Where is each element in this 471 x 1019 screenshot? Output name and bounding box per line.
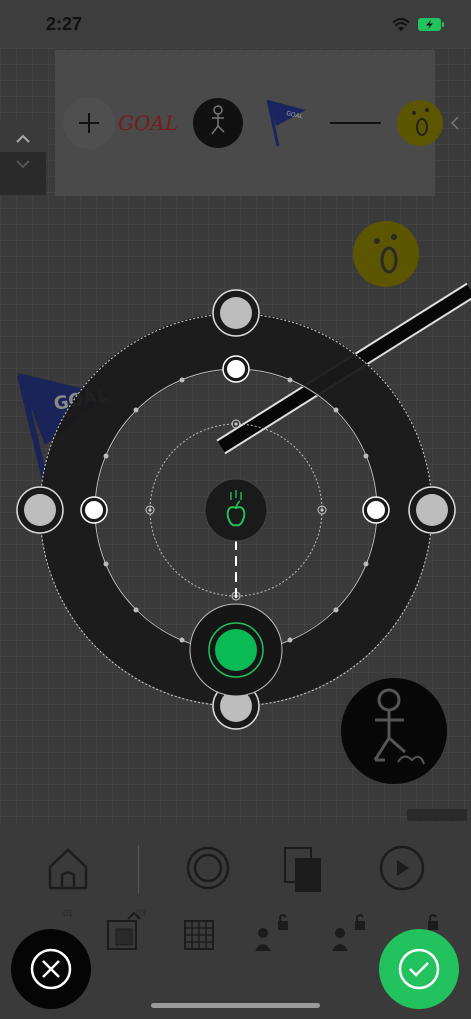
cancel-button[interactable] [11, 929, 91, 1009]
tool-badge-1: 01 [63, 908, 74, 918]
center-badge [204, 478, 268, 542]
ring-icon[interactable] [186, 846, 230, 890]
checkmark-icon [398, 948, 440, 990]
lock-rotate-icon[interactable] [332, 914, 365, 951]
watermark [407, 809, 467, 821]
play-icon[interactable] [379, 845, 425, 891]
lock-icon[interactable] [428, 914, 438, 930]
anchor-handle[interactable] [189, 603, 283, 697]
home-icon[interactable] [48, 848, 88, 890]
lock-person-icon[interactable] [255, 914, 288, 951]
confirm-button[interactable] [379, 929, 459, 1009]
layer-up-icon[interactable] [107, 911, 141, 950]
home-indicator [151, 1003, 320, 1008]
grid-icon[interactable] [184, 920, 214, 950]
layers-icon[interactable] [284, 847, 321, 892]
tool-badge-2: 03 [136, 908, 147, 918]
close-icon [30, 948, 72, 990]
